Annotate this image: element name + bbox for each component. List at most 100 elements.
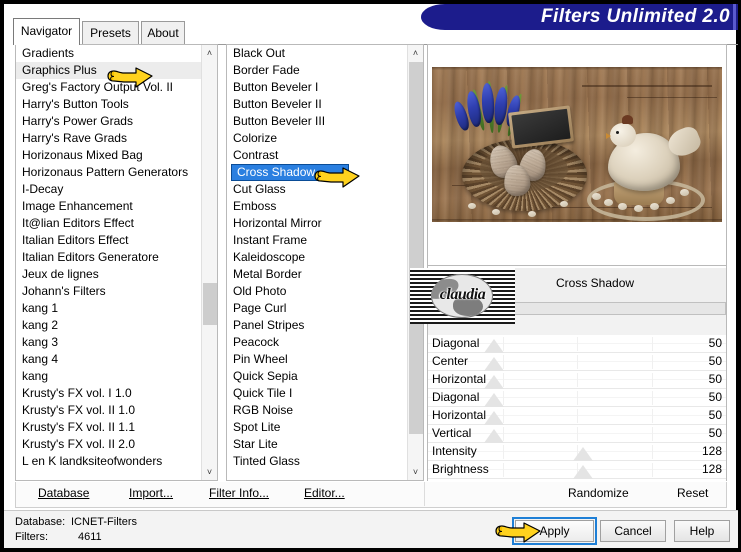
category-list-item[interactable]: Italian Editors Effect [16, 232, 201, 249]
category-list-item[interactable]: Krusty's FX vol. II 1.0 [16, 402, 201, 419]
effect-list-item[interactable]: Metal Border [227, 266, 407, 283]
parameter-slider-row[interactable]: Horizontal 50 [428, 371, 726, 389]
effect-list-item[interactable]: RGB Noise [227, 402, 407, 419]
category-list-item[interactable]: kang 4 [16, 351, 201, 368]
category-list-item[interactable]: Johann's Filters [16, 283, 201, 300]
parameter-slider-row[interactable]: Horizontal 50 [428, 407, 726, 425]
parameter-slider-row[interactable]: Diagonal 50 [428, 389, 726, 407]
tab-presets[interactable]: Presets [82, 21, 139, 44]
category-list-item[interactable]: Jeux de lignes [16, 266, 201, 283]
effect-list-item[interactable]: Instant Frame [227, 232, 407, 249]
filter-info-button[interactable]: Filter Info... [209, 486, 269, 500]
slider-thumb[interactable] [483, 393, 504, 407]
category-list-item[interactable]: kang 3 [16, 334, 201, 351]
slider-thumb[interactable] [483, 357, 504, 371]
slider-tick [502, 463, 504, 477]
slider-thumb[interactable] [572, 465, 593, 479]
category-list-item[interactable]: Gradients [16, 45, 201, 62]
category-list-item[interactable]: kang [16, 368, 201, 385]
filter-category-list[interactable]: Gradients Graphics Plus Greg's Factory Out… [15, 44, 218, 481]
category-list-item[interactable]: L en K landksiteofwonders [16, 453, 201, 470]
editor-button[interactable]: Editor... [304, 486, 345, 500]
slider-value: 128 [701, 462, 722, 476]
slider-thumb[interactable] [572, 447, 593, 461]
slider-tick [502, 445, 504, 459]
category-list-item[interactable]: Krusty's FX vol. I 1.0 [16, 385, 201, 402]
category-list-item[interactable]: Krusty's FX vol. II 1.1 [16, 419, 201, 436]
category-list-item[interactable]: Image Enhancement [16, 198, 201, 215]
effect-list-item[interactable]: Cut Glass [227, 181, 407, 198]
slider-thumb[interactable] [483, 339, 504, 353]
effect-list-item[interactable]: Star Lite [227, 436, 407, 453]
database-button[interactable]: Database [38, 486, 89, 500]
scroll-down-icon[interactable]: ˅ [408, 464, 423, 480]
effect-list-item[interactable]: Kaleidoscope [227, 249, 407, 266]
category-list-item[interactable]: Horizonaus Pattern Generators [16, 164, 201, 181]
effect-list-item[interactable]: Border Fade [227, 62, 407, 79]
parameter-slider-row[interactable]: Vertical 50 [428, 425, 726, 443]
tab-navigator[interactable]: Navigator [13, 18, 80, 45]
parameter-slider-row[interactable]: Center 50 [428, 353, 726, 371]
category-list-item[interactable]: Graphics Plus [16, 62, 201, 79]
effect-list-item[interactable]: Button Beveler I [227, 79, 407, 96]
effect-list-item-selected[interactable]: Cross Shadow [231, 164, 349, 181]
category-list-item[interactable]: Horizonaus Mixed Bag [16, 147, 201, 164]
slider-tick [577, 427, 578, 441]
effect-list-item[interactable]: Panel Stripes [227, 317, 407, 334]
application-window: Filters Unlimited 2.0 Navigator Presets … [0, 0, 741, 552]
filter-category-scrollbar[interactable]: ˄ ˅ [201, 45, 217, 480]
scroll-up-icon[interactable]: ˄ [408, 45, 423, 61]
effect-list-item[interactable]: Horizontal Mirror [227, 215, 407, 232]
category-list-item[interactable]: kang 2 [16, 317, 201, 334]
apply-button[interactable]: Apply [512, 517, 597, 545]
effect-list-item[interactable]: Emboss [227, 198, 407, 215]
effect-list-item[interactable]: Quick Tile I [227, 385, 407, 402]
effect-list-item[interactable]: Old Photo [227, 283, 407, 300]
filter-effect-list[interactable]: Black Out Border Fade Button Beveler I Butt… [226, 44, 424, 481]
category-list-item[interactable]: It@lian Editors Effect [16, 215, 201, 232]
scroll-down-icon[interactable]: ˅ [202, 464, 217, 480]
effect-list-item[interactable]: Cross Shadow [227, 164, 407, 181]
parameter-slider-row[interactable]: Diagonal 50 [428, 335, 726, 353]
effect-list-item[interactable]: Quick Sepia [227, 368, 407, 385]
effect-list-item[interactable]: Button Beveler II [227, 96, 407, 113]
category-list-item[interactable]: Harry's Power Grads [16, 113, 201, 130]
effect-list-item[interactable]: Spot Lite [227, 419, 407, 436]
category-list-item[interactable]: Harry's Rave Grads [16, 130, 201, 147]
category-list-item[interactable]: I-Decay [16, 181, 201, 198]
effect-list-item[interactable]: Black Out [227, 45, 407, 62]
randomize-button[interactable]: Randomize [568, 486, 629, 500]
scrollbar-thumb[interactable] [203, 283, 217, 325]
slider-thumb[interactable] [483, 429, 504, 443]
category-list-item[interactable]: Italian Editors Generatore [16, 249, 201, 266]
effect-list-item[interactable]: Tinted Glass [227, 453, 407, 470]
effect-list-item[interactable]: Peacock [227, 334, 407, 351]
category-list-item[interactable]: Krusty's FX vol. II 2.0 [16, 436, 201, 453]
slider-tick [651, 391, 653, 405]
filter-effect-scrollbar[interactable]: ˄ ˅ [407, 45, 423, 480]
slider-thumb[interactable] [483, 375, 504, 389]
reset-button[interactable]: Reset [677, 486, 708, 500]
slider-label: Brightness [432, 462, 489, 476]
import-button[interactable]: Import... [129, 486, 173, 500]
tab-about[interactable]: About [141, 21, 185, 44]
watermark-text: claudia [439, 286, 486, 303]
slider-tick [651, 445, 653, 459]
scroll-up-icon[interactable]: ˄ [202, 45, 217, 61]
parameter-slider-row[interactable]: Brightness 128 [428, 461, 726, 479]
scrollbar-thumb[interactable] [409, 62, 423, 434]
cancel-button[interactable]: Cancel [600, 520, 666, 542]
effect-list-item[interactable]: Contrast [227, 147, 407, 164]
filters-label: Filters: [15, 531, 48, 543]
category-list-item[interactable]: kang 1 [16, 300, 201, 317]
slider-thumb[interactable] [483, 411, 504, 425]
category-list-item[interactable]: Harry's Button Tools [16, 96, 201, 113]
effect-list-item[interactable]: Page Curl [227, 300, 407, 317]
effect-list-item[interactable]: Button Beveler III [227, 113, 407, 130]
parameter-slider-row[interactable]: Intensity 128 [428, 443, 726, 461]
effect-list-item[interactable]: Colorize [227, 130, 407, 147]
category-list-item[interactable]: Greg's Factory Output Vol. II [16, 79, 201, 96]
help-button[interactable]: Help [674, 520, 730, 542]
effect-list-item[interactable]: Pin Wheel [227, 351, 407, 368]
slider-value: 50 [708, 372, 722, 386]
